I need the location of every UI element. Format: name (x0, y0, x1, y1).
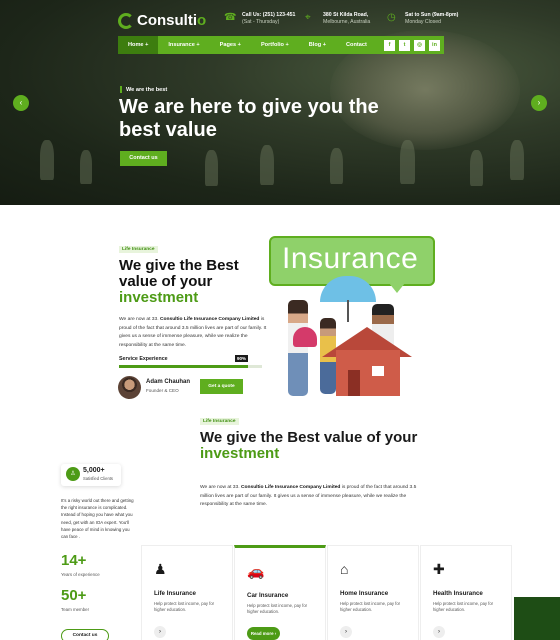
service-desc: Help protect lost income, pay for higher… (154, 601, 215, 613)
skill-label: Service Experience (119, 356, 168, 362)
hero-tagline: We are the best (120, 86, 167, 93)
address-line2: Melbourne, Australia (323, 19, 371, 25)
hero-contact-button[interactable]: Contact us (120, 151, 167, 166)
second-paragraph: We are now at 33. Consultio Life Insuran… (200, 485, 417, 508)
about-paragraph: We are now at 33. Consultio Life Insuran… (119, 317, 267, 348)
service-desc: Help protect lost income, pay for higher… (247, 603, 308, 615)
address-line1: 380 St Kilda Road, (323, 12, 369, 18)
stat-years-label: Years of experience (61, 572, 100, 577)
twitter-icon[interactable]: t (399, 39, 410, 51)
chess-piece-image (40, 140, 54, 180)
chess-piece-image (330, 148, 343, 184)
woman-figure (288, 300, 308, 396)
linkedin-icon[interactable]: in (429, 39, 440, 51)
main-nav: Home + Insurance + Pages + Portfolio + B… (118, 36, 444, 54)
clients-icon: ♙ (66, 467, 80, 481)
logo-text: Consultio (137, 12, 207, 29)
chess-piece-image (510, 140, 524, 180)
service-title: Life Insurance (154, 590, 196, 597)
decorative-green-block (514, 597, 560, 640)
insurance-illustration-text: Insurance (282, 242, 419, 275)
header-address: ⌖ 380 St Kilda Road, Melbourne, Australi… (305, 12, 370, 26)
service-arrow-button[interactable]: › (340, 626, 352, 638)
about-badge: Life Insurance (119, 246, 158, 253)
about-title: We give the Best value of your investmen… (119, 257, 239, 306)
skill-progress-fill (119, 365, 248, 368)
service-arrow-button[interactable]: › (154, 626, 166, 638)
clients-label: Satisfied Clients (83, 476, 114, 481)
sidebar-contact-button[interactable]: Contact us (61, 629, 109, 640)
house-door (348, 370, 360, 396)
sidebar-text: It's a risky world out there and getting… (61, 498, 134, 540)
chess-piece-image (470, 150, 483, 186)
phone-line1: Call Us: (251) 123-451 (242, 12, 296, 18)
chess-piece-image (260, 145, 274, 185)
chess-piece-image (205, 150, 218, 186)
house-window (370, 364, 386, 378)
nav-item-pages[interactable]: Pages + (210, 36, 251, 54)
get-quote-button[interactable]: Get a quote (200, 379, 243, 394)
service-card-home[interactable]: ⌂ Home Insurance Help protect lost incom… (327, 545, 419, 640)
avatar (118, 376, 141, 399)
hero-title: We are here to give you the best value (119, 96, 379, 141)
logo-icon (118, 12, 134, 29)
service-card-health[interactable]: ✚ Health Insurance Help protect lost inc… (420, 545, 512, 640)
service-desc: Help protect lost income, pay for higher… (340, 601, 401, 613)
nav-item-contact[interactable]: Contact (336, 36, 377, 54)
stat-years-number: 14+ (61, 552, 87, 569)
phone-icon: ☎ (224, 12, 237, 23)
stat-team-number: 50+ (61, 587, 87, 604)
nav-item-home[interactable]: Home + (118, 36, 159, 54)
phone-line2: (Sat - Thursday) (242, 19, 280, 25)
service-card-life[interactable]: ♟ Life Insurance Help protect lost incom… (141, 545, 233, 640)
speech-bubble-tail (389, 283, 405, 293)
home-insurance-icon: ⌂ (340, 561, 349, 577)
skill-percent: 90% (235, 355, 249, 362)
chess-piece-image (80, 150, 92, 184)
stat-team-label: Team member (61, 607, 90, 612)
header-hours: ◷ Sat to Sun (9am-8pm) Monday Closed (387, 12, 458, 26)
tagline-bar (120, 86, 122, 93)
site-logo[interactable]: Consultio (118, 12, 206, 29)
header-phone[interactable]: ☎ Call Us: (251) 123-451 (Sat - Thursday… (224, 12, 295, 26)
car-insurance-icon: 🚗 (247, 563, 265, 579)
service-desc: Help protect lost income, pay for higher… (433, 601, 494, 613)
life-insurance-icon: ♟ (154, 561, 167, 577)
instagram-icon[interactable]: ◎ (414, 39, 425, 51)
person-name: Adam Chauhan (146, 379, 191, 385)
slider-prev-button[interactable]: ‹ (13, 95, 29, 111)
nav-item-blog[interactable]: Blog + (299, 36, 336, 54)
social-links: f t ◎ in (384, 39, 444, 51)
nav-item-portfolio[interactable]: Portfolio + (251, 36, 299, 54)
facebook-icon[interactable]: f (384, 39, 395, 51)
person-role: Founder & CEO (146, 388, 179, 393)
service-card-car[interactable]: 🚗 Car Insurance Help protect lost income… (234, 545, 326, 640)
hours-line2: Monday Closed (405, 19, 442, 25)
service-arrow-button[interactable]: › (433, 626, 445, 638)
umbrella-handle (347, 300, 349, 322)
health-insurance-icon: ✚ (433, 561, 445, 577)
clock-icon: ◷ (387, 12, 396, 23)
clients-count: 5,000+ (83, 467, 105, 474)
map-pin-icon: ⌖ (305, 12, 311, 23)
skill-progress-bar (119, 365, 262, 368)
slider-next-button[interactable]: › (531, 95, 547, 111)
heart-icon (293, 327, 317, 347)
read-more-button[interactable]: Read more › (247, 627, 280, 640)
service-title: Car Insurance (247, 592, 289, 599)
house-icon (336, 350, 400, 396)
service-title: Home Insurance (340, 590, 389, 597)
tagline-text: We are the best (126, 86, 168, 93)
second-badge: Life Insurance (200, 418, 239, 425)
service-title: Health Insurance (433, 590, 483, 597)
chess-piece-image (400, 140, 415, 184)
hours-line1: Sat to Sun (9am-8pm) (405, 12, 459, 18)
nav-item-insurance[interactable]: Insurance + (158, 36, 209, 54)
second-title: We give the Best value of your investmen… (200, 429, 418, 462)
